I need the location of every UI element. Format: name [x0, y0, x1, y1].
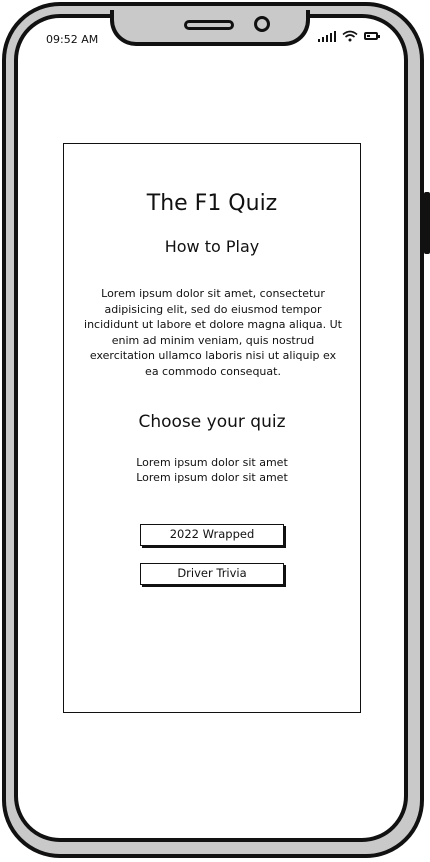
- choose-quiz-description: Lorem ipsum dolor sit amet Lorem ipsum d…: [64, 455, 360, 485]
- signal-icon: [318, 30, 336, 42]
- status-icons: [318, 30, 380, 42]
- battery-level: [367, 35, 370, 37]
- quiz-card: The F1 Quiz How to Play Lorem ipsum dolo…: [63, 143, 361, 713]
- front-camera: [254, 16, 270, 32]
- speaker-grille: [184, 20, 234, 30]
- description-line: Lorem ipsum dolor sit amet: [136, 471, 288, 484]
- how-to-play-heading: How to Play: [164, 237, 260, 256]
- quiz-driver-trivia-button[interactable]: Driver Trivia: [140, 563, 284, 585]
- battery-icon: [364, 32, 380, 40]
- status-time: 09:52 AM: [46, 33, 99, 46]
- wifi-icon: [342, 30, 358, 42]
- side-button: [424, 192, 430, 254]
- quiz-2022-wrapped-button[interactable]: 2022 Wrapped: [140, 524, 284, 546]
- instructions-text: Lorem ipsum dolor sit amet, consectetur …: [84, 287, 342, 378]
- description-line: Lorem ipsum dolor sit amet: [136, 456, 288, 469]
- choose-quiz-heading: Choose your quiz: [138, 412, 286, 432]
- notch: [110, 10, 310, 46]
- page-title: The F1 Quiz: [146, 191, 278, 216]
